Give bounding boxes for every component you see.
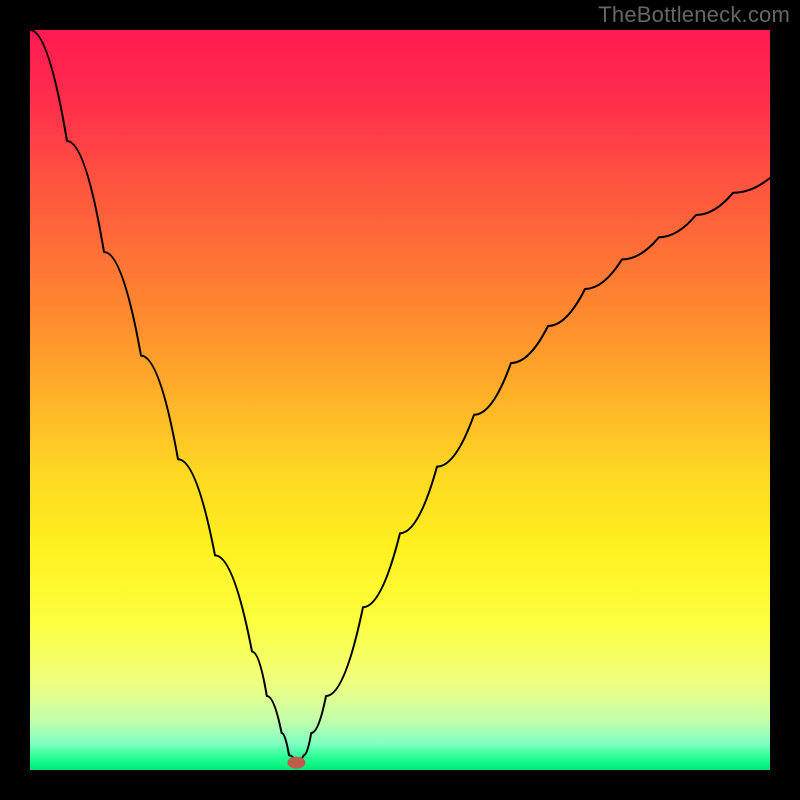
optimal-point-marker [287, 757, 305, 769]
plot-area [30, 30, 770, 770]
chart-svg [30, 30, 770, 770]
watermark-text: TheBottleneck.com [598, 2, 790, 28]
gradient-background [30, 30, 770, 770]
chart-frame: TheBottleneck.com [0, 0, 800, 800]
